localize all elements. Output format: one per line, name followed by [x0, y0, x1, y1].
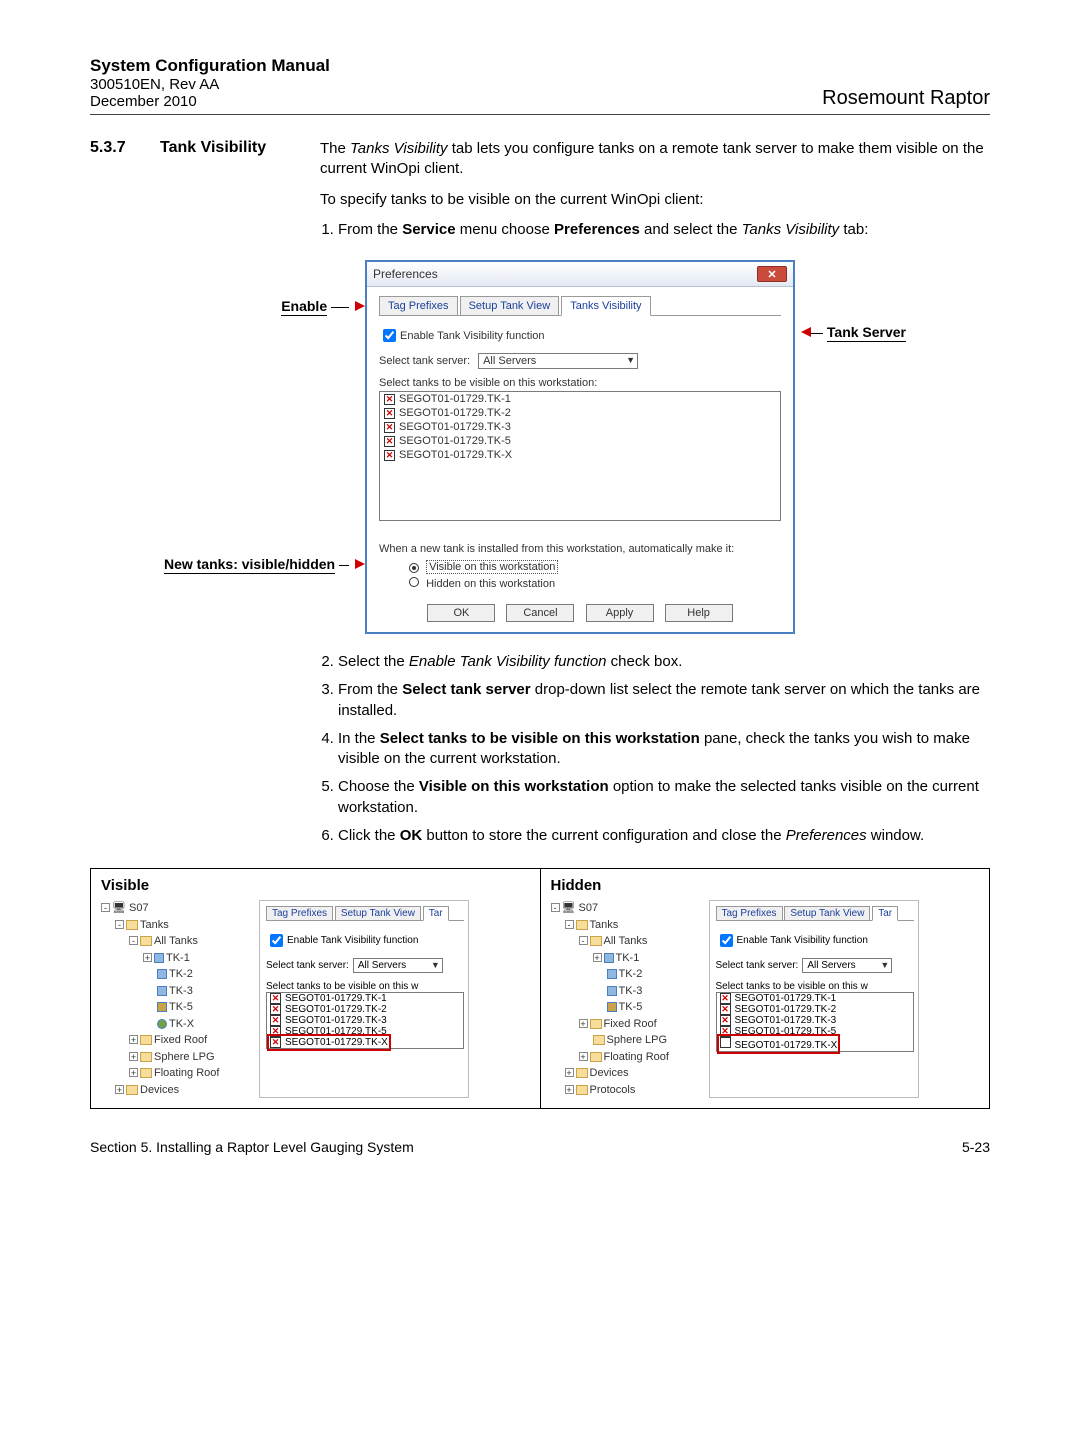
preferences-figure: Enable New tanks: visible/hidden Prefere…	[90, 260, 990, 634]
tab-tag-prefixes[interactable]: Tag Prefixes	[379, 296, 458, 315]
preferences-dialog: Preferences ✕ Tag Prefixes Setup Tank Vi…	[365, 260, 795, 634]
ok-button[interactable]: OK	[427, 604, 495, 622]
visible-mini-dialog: Tag Prefixes Setup Tank View Tar Enable …	[259, 900, 469, 1098]
step-5: Choose the Visible on this workstation o…	[338, 777, 990, 818]
cancel-button[interactable]: Cancel	[506, 604, 574, 622]
intro-para-1: The Tanks Visibility tab lets you config…	[320, 139, 990, 180]
page-footer: Section 5. Installing a Raptor Level Gau…	[90, 1139, 990, 1155]
radio-hidden-label: Hidden on this workstation	[426, 578, 555, 590]
checkbox-icon[interactable]: ✕	[384, 422, 395, 433]
product-name: Rosemount Raptor	[822, 87, 990, 110]
step-4: In the Select tanks to be visible on thi…	[338, 729, 990, 770]
newtank-label: When a new tank is installed from this w…	[379, 543, 781, 555]
section-title: Tank Visibility	[160, 139, 320, 250]
step-2: Select the Enable Tank Visibility functi…	[338, 652, 990, 672]
select-server-label: Select tank server:	[379, 355, 470, 367]
page-header: System Configuration Manual 300510EN, Re…	[90, 56, 990, 115]
close-button[interactable]: ✕	[757, 266, 787, 282]
hidden-mini-dialog: Tag Prefixes Setup Tank View Tar Enable …	[709, 900, 919, 1098]
step-3: From the Select tank server drop-down li…	[338, 680, 990, 721]
hidden-title: Hidden	[551, 877, 980, 894]
section-number: 5.3.7	[90, 139, 160, 250]
checkbox-icon[interactable]: ✕	[384, 408, 395, 419]
apply-button[interactable]: Apply	[586, 604, 654, 622]
tab-setup-tank-view[interactable]: Setup Tank View	[460, 296, 560, 315]
hidden-tree: -🖥 S07 -Tanks -All Tanks +TK-1 TK-2 TK-3…	[551, 900, 701, 1098]
checkbox-icon[interactable]: ✕	[384, 436, 395, 447]
doc-date: December 2010	[90, 93, 330, 110]
radio-visible[interactable]	[409, 563, 419, 573]
enable-checkbox[interactable]	[383, 329, 396, 342]
callout-tankserver: Tank Server	[795, 324, 945, 342]
select-tanks-label: Select tanks to be visible on this works…	[379, 377, 781, 389]
checkbox-icon[interactable]: ✕	[384, 394, 395, 405]
enable-label: Enable Tank Visibility function	[400, 330, 545, 342]
comparison-box: Visible -🖥 S07 -Tanks -All Tanks +TK-1 T…	[90, 868, 990, 1109]
tab-tanks-visibility[interactable]: Tanks Visibility	[561, 296, 650, 316]
callout-enable: Enable	[135, 298, 365, 316]
manual-title: System Configuration Manual	[90, 56, 330, 76]
footer-left: Section 5. Installing a Raptor Level Gau…	[90, 1139, 414, 1155]
enable-checkbox-row[interactable]: Enable Tank Visibility function	[379, 326, 781, 345]
checkbox-icon[interactable]: ✕	[384, 450, 395, 461]
footer-right: 5-23	[962, 1139, 990, 1155]
server-dropdown[interactable]: All Servers	[478, 353, 638, 369]
dialog-title: Preferences	[373, 267, 438, 281]
tank-list[interactable]: ✕SEGOT01-01729.TK-1 ✕SEGOT01-01729.TK-2 …	[379, 391, 781, 521]
step-1: From the Service menu choose Preferences…	[338, 220, 990, 240]
doc-code: 300510EN, Rev AA	[90, 76, 330, 93]
help-button[interactable]: Help	[665, 604, 733, 622]
visible-title: Visible	[101, 877, 530, 894]
radio-hidden-row[interactable]: Hidden on this workstation	[409, 577, 781, 590]
radio-visible-label: Visible on this workstation	[426, 560, 558, 574]
radio-hidden[interactable]	[409, 577, 419, 587]
radio-visible-row[interactable]: Visible on this workstation	[409, 561, 781, 573]
step-6: Click the OK button to store the current…	[338, 826, 990, 846]
intro-para-2: To specify tanks to be visible on the cu…	[320, 190, 990, 210]
visible-tree: -🖥 S07 -Tanks -All Tanks +TK-1 TK-2 TK-3…	[101, 900, 251, 1098]
callout-newtanks: New tanks: visible/hidden	[135, 556, 365, 574]
